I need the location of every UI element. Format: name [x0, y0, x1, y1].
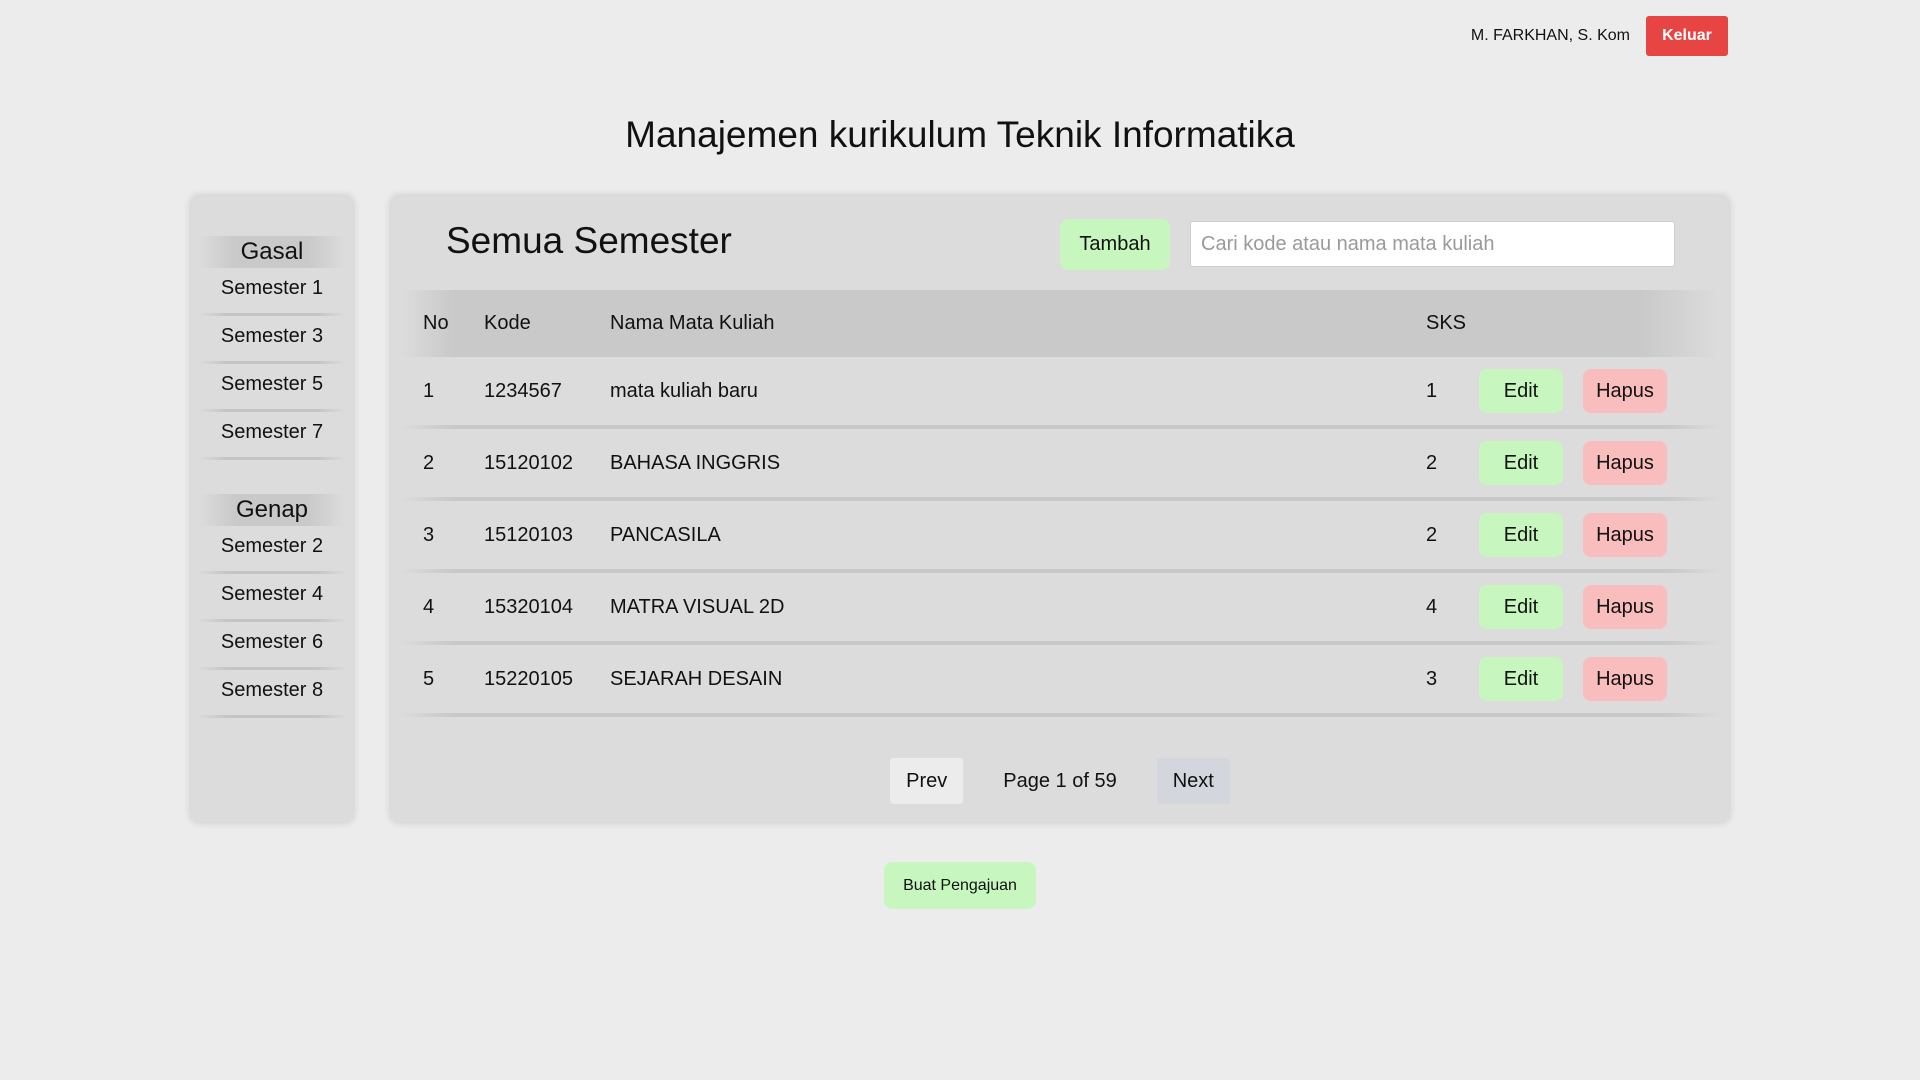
table-row: 4 15320104 MATRA VISUAL 2D 4 Edit Hapus [401, 573, 1719, 645]
prev-page-button[interactable]: Prev [890, 758, 964, 804]
delete-button[interactable]: Hapus [1583, 657, 1667, 701]
cell-nama: PANCASILA [610, 523, 721, 546]
sidebar-item-semester-1[interactable]: Semester 1 [199, 268, 345, 316]
cell-no: 3 [423, 523, 435, 546]
row-actions: Edit Hapus [1479, 657, 1667, 701]
cell-sks: 1 [1426, 379, 1438, 402]
course-panel: Semua Semester Tambah No Kode Nama Mata … [391, 196, 1729, 822]
edit-button[interactable]: Edit [1479, 585, 1563, 629]
column-header-sks: SKS [1426, 312, 1467, 334]
cell-kode: 15220105 [484, 667, 573, 690]
row-actions: Edit Hapus [1479, 441, 1667, 485]
row-actions: Edit Hapus [1479, 513, 1667, 557]
delete-button[interactable]: Hapus [1583, 585, 1667, 629]
sidebar-item-semester-4[interactable]: Semester 4 [199, 574, 345, 622]
row-actions: Edit Hapus [1479, 369, 1667, 413]
sidebar-item-semester-8[interactable]: Semester 8 [199, 670, 345, 718]
cell-no: 4 [423, 595, 435, 618]
table-row: 2 15120102 BAHASA INGGRIS 2 Edit Hapus [401, 429, 1719, 501]
cell-sks: 2 [1426, 451, 1438, 474]
cell-kode: 1234567 [484, 379, 562, 402]
table-row: 5 15220105 SEJARAH DESAIN 3 Edit Hapus [401, 645, 1719, 717]
cell-nama: SEJARAH DESAIN [610, 667, 783, 690]
edit-button[interactable]: Edit [1479, 657, 1563, 701]
page-indicator: Page 1 of 59 [1003, 769, 1117, 792]
sidebar-item-semester-3[interactable]: Semester 3 [199, 316, 345, 364]
top-bar: M. FARKHAN, S. Kom Keluar [1471, 16, 1728, 56]
cell-no: 1 [423, 379, 435, 402]
row-actions: Edit Hapus [1479, 585, 1667, 629]
cell-sks: 4 [1426, 595, 1438, 618]
delete-button[interactable]: Hapus [1583, 441, 1667, 485]
cell-kode: 15120103 [484, 523, 573, 546]
edit-button[interactable]: Edit [1479, 513, 1563, 557]
cell-no: 2 [423, 451, 435, 474]
create-submission-button[interactable]: Buat Pengajuan [884, 862, 1036, 909]
column-header-nama: Nama Mata Kuliah [610, 312, 775, 334]
table-row: 3 15120103 PANCASILA 2 Edit Hapus [401, 501, 1719, 573]
add-course-button[interactable]: Tambah [1060, 219, 1170, 270]
table-header: No Kode Nama Mata Kuliah SKS [401, 290, 1719, 357]
page-title: Manajemen kurikulum Teknik Informatika [625, 114, 1295, 155]
cell-sks: 3 [1426, 667, 1438, 690]
cell-kode: 15120102 [484, 451, 573, 474]
edit-button[interactable]: Edit [1479, 441, 1563, 485]
search-input[interactable] [1190, 221, 1675, 267]
course-table: No Kode Nama Mata Kuliah SKS 1 1234567 m… [401, 290, 1719, 717]
column-header-kode: Kode [484, 312, 531, 334]
user-name: M. FARKHAN, S. Kom [1470, 27, 1630, 44]
semester-sidebar: Gasal Semester 1 Semester 3 Semester 5 S… [191, 196, 353, 822]
cell-kode: 15320104 [484, 595, 573, 618]
cell-nama: MATRA VISUAL 2D [610, 595, 785, 618]
sidebar-group-gasal: Gasal [199, 236, 345, 268]
pagination: Prev Page 1 of 59 Next [391, 758, 1729, 804]
sidebar-item-semester-6[interactable]: Semester 6 [199, 622, 345, 670]
logout-button[interactable]: Keluar [1646, 16, 1728, 56]
sidebar-item-semester-5[interactable]: Semester 5 [199, 364, 345, 412]
cell-nama: BAHASA INGGRIS [610, 451, 781, 474]
next-page-button[interactable]: Next [1156, 758, 1230, 804]
delete-button[interactable]: Hapus [1583, 513, 1667, 557]
sidebar-item-semester-7[interactable]: Semester 7 [199, 412, 345, 460]
sidebar-group-genap: Genap [199, 494, 345, 526]
table-row: 1 1234567 mata kuliah baru 1 Edit Hapus [401, 357, 1719, 429]
cell-sks: 2 [1426, 523, 1438, 546]
edit-button[interactable]: Edit [1479, 369, 1563, 413]
sidebar-item-semester-2[interactable]: Semester 2 [199, 526, 345, 574]
cell-no: 5 [423, 667, 435, 690]
panel-title: Semua Semester [446, 220, 732, 261]
delete-button[interactable]: Hapus [1583, 369, 1667, 413]
cell-nama: mata kuliah baru [610, 379, 758, 402]
column-header-no: No [423, 312, 449, 334]
